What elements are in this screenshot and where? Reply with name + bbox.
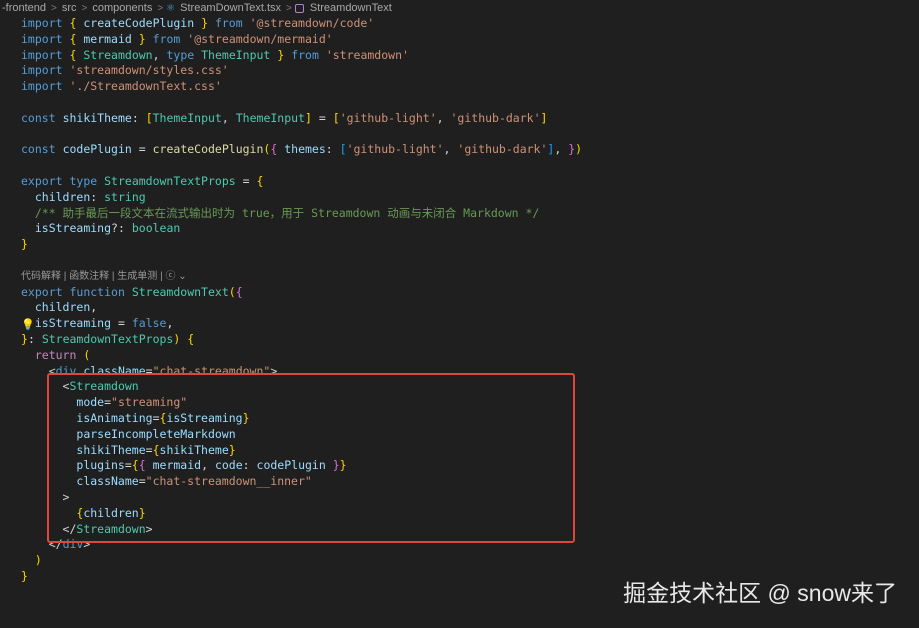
react-file-icon: ⚛ [166, 2, 176, 14]
code-line-15: } [21, 237, 28, 252]
code-line-19: 💡 isStreaming = false, [21, 316, 174, 332]
codelens-actions[interactable]: 代码解释 | 函数注释 | 生成单测 | ⓒ ⌄ [0, 269, 919, 285]
code-line-7: const shikiTheme: [ThemeInput, ThemeInpu… [21, 110, 548, 125]
code-line-5: import './StreamdownText.css' [21, 79, 222, 94]
breadcrumb-separator: > [286, 2, 292, 14]
breadcrumb-item-frontend[interactable]: -frontend [0, 2, 48, 14]
breadcrumb-item-src[interactable]: src [60, 2, 79, 14]
breadcrumb-item-components[interactable]: components [90, 2, 154, 14]
breadcrumb-separator: > [157, 2, 164, 14]
code-line-12: children: string [34, 189, 146, 204]
code-line-9: const codePlugin = createCodePlugin({ th… [21, 142, 583, 157]
code-line-13: /** 助手最后一段文本在流式输出时为 true，用于 Streamdown 动… [34, 205, 540, 220]
breadcrumb-item-symbol[interactable]: StreamdownText [308, 2, 394, 14]
watermark: 掘金技术社区 @ snow来了 [623, 580, 897, 606]
code-line-18: children, [34, 300, 98, 315]
code-line-34: ) [34, 553, 42, 568]
highlight-annotation-box [47, 373, 575, 543]
code-line-1: import { createCodePlugin } from '@strea… [21, 16, 375, 30]
lightbulb-icon[interactable]: 💡 [21, 317, 35, 331]
code-line-17: export function StreamdownText({ [21, 284, 243, 299]
code-line-11: export type StreamdownTextProps = { [21, 173, 264, 188]
code-line-3: import { Streamdown, type ThemeInput } f… [21, 47, 409, 62]
breadcrumb-separator: > [81, 2, 88, 14]
code-line-20: }: StreamdownTextProps) { [21, 331, 195, 346]
breadcrumb-separator: > [51, 2, 57, 14]
code-line-4: import 'streamdown/styles.css' [21, 63, 229, 78]
breadcrumb: -frontend > src > components > ⚛ StreamD… [0, 0, 919, 16]
code-line-2: import { mermaid } from '@streamdown/mer… [21, 31, 333, 46]
code-line-21: return ( [34, 347, 91, 362]
code-line-14: isStreaming?: boolean [34, 221, 181, 236]
breadcrumb-item-file[interactable]: StreamDownText.tsx [178, 2, 283, 14]
symbol-icon [294, 3, 304, 13]
